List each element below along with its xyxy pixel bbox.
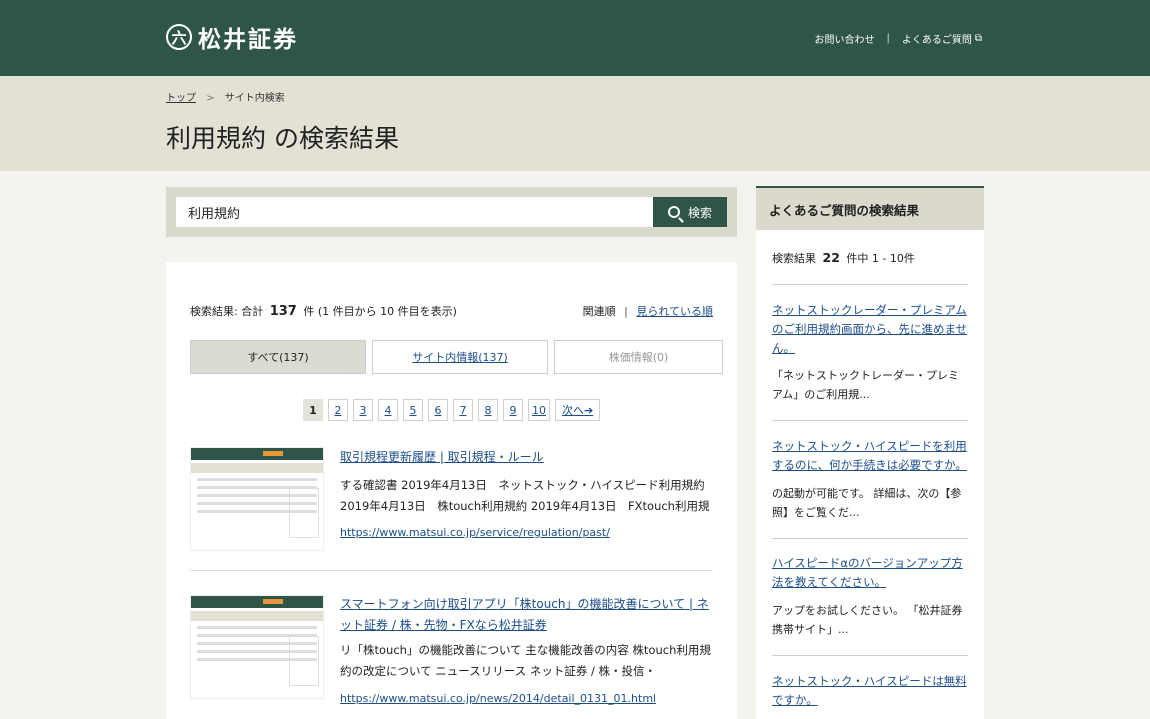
faq-link[interactable]: よくあるご質問 bbox=[902, 31, 972, 46]
pagination: 1 2 3 4 5 6 7 8 9 10 次へ➔ bbox=[303, 399, 605, 421]
sort-options: 関連順 | 見られている順 bbox=[583, 303, 713, 319]
sort-relevance[interactable]: 関連順 bbox=[583, 305, 616, 318]
summary-suffix: 件 (1 件目から 10 件目を表示) bbox=[303, 305, 457, 318]
result-snippet: リ「株touch」の機能改善について 主な機能改善の内容 株touch利用規約の… bbox=[340, 643, 711, 678]
result-thumbnail[interactable] bbox=[190, 595, 324, 699]
count-suffix: 件中 1 - 10件 bbox=[846, 252, 915, 265]
sort-popular-link[interactable]: 見られている順 bbox=[636, 305, 713, 318]
sidebar-divider bbox=[772, 284, 968, 285]
page-8[interactable]: 8 bbox=[478, 399, 498, 421]
page-title: 利用規約 の検索結果 bbox=[166, 124, 399, 153]
faq-item-title[interactable]: ネットストック・ハイスピードを利用するのに、何か手続きは必要ですか。 bbox=[772, 437, 968, 475]
results-total: 137 bbox=[269, 304, 297, 319]
header-links: お問い合わせ | よくあるご質問 ⧉ bbox=[814, 31, 982, 46]
tab-site-info[interactable]: サイト内情報(137) bbox=[372, 340, 548, 374]
faq-item-snippet: 「ネットストックトレーダー・プレミアム」のご利用規... bbox=[772, 369, 959, 401]
result-tabs: すべて(137) サイト内情報(137) 株価情報(0) bbox=[190, 340, 723, 374]
site-logo[interactable]: 六 松井証券 bbox=[166, 20, 298, 54]
breadcrumb-arrow: > bbox=[206, 93, 215, 104]
faq-item-title[interactable]: ネットストック・ハイスピードは無料ですか。 bbox=[772, 672, 968, 710]
faq-item-snippet: アップをお試しください。 「松井証券携帯サイト」... bbox=[772, 604, 963, 636]
result-url-link[interactable]: https://www.matsui.co.jp/news/2014/detai… bbox=[340, 692, 656, 705]
result-title-link[interactable]: 取引規程更新履歴 | 取引規程・ルール bbox=[340, 447, 712, 468]
title-bar: トップ > サイト内検索 利用規約 の検索結果 bbox=[0, 76, 1150, 171]
external-window-icon: ⧉ bbox=[974, 33, 982, 44]
page-10[interactable]: 10 bbox=[528, 399, 550, 421]
logo-mark-icon: 六 bbox=[166, 24, 192, 50]
count-value: 22 bbox=[822, 250, 840, 265]
tab-stock-info: 株価情報(0) bbox=[554, 340, 723, 374]
search-icon bbox=[667, 206, 680, 218]
logo-text: 松井証券 bbox=[198, 26, 298, 53]
page-5[interactable]: 5 bbox=[403, 399, 423, 421]
sidebar-title: よくあるご質問の検索結果 bbox=[756, 188, 984, 230]
page-2[interactable]: 2 bbox=[328, 399, 348, 421]
breadcrumb-top-link[interactable]: トップ bbox=[166, 93, 196, 104]
breadcrumb-current: サイト内検索 bbox=[224, 93, 285, 104]
summary-prefix: 検索結果: 合計 bbox=[190, 305, 264, 318]
header-separator: | bbox=[886, 33, 890, 44]
tab-all[interactable]: すべて(137) bbox=[190, 340, 366, 374]
result-title-link[interactable]: スマートフォン向け取引アプリ「株touch」の機能改善について | ネット証券 … bbox=[340, 594, 712, 636]
page-7[interactable]: 7 bbox=[453, 399, 473, 421]
search-input[interactable] bbox=[176, 197, 654, 227]
page-3[interactable]: 3 bbox=[353, 399, 373, 421]
result-snippet: する確認書 2019年4月13日 ネットストック・ハイスピード利用規約 2019… bbox=[340, 478, 710, 513]
results-panel: 検索結果: 合計 137 件 (1 件目から 10 件目を表示) 関連順 | 見… bbox=[166, 262, 737, 719]
sidebar-divider bbox=[772, 655, 968, 656]
page-4[interactable]: 4 bbox=[378, 399, 398, 421]
site-header: 六 松井証券 お問い合わせ | よくあるご質問 ⧉ bbox=[0, 0, 1150, 76]
result-divider bbox=[190, 570, 713, 571]
sidebar-divider bbox=[772, 420, 968, 421]
faq-sidebar: よくあるご質問の検索結果 検索結果 22 件中 1 - 10件 ネットストックレ… bbox=[756, 186, 984, 719]
search-box: 検索 bbox=[166, 187, 737, 237]
search-button-label: 検索 bbox=[687, 205, 712, 220]
contact-link[interactable]: お問い合わせ bbox=[814, 31, 874, 46]
sidebar-count: 検索結果 22 件中 1 - 10件 bbox=[772, 250, 915, 266]
results-summary: 検索結果: 合計 137 件 (1 件目から 10 件目を表示) bbox=[190, 303, 457, 319]
page-1: 1 bbox=[303, 399, 323, 421]
faq-item-title[interactable]: ネットストックレーダー・プレミアムのご利用規約画面から、先に進めません。 bbox=[772, 301, 968, 358]
sidebar-divider bbox=[772, 538, 968, 539]
page-9[interactable]: 9 bbox=[503, 399, 523, 421]
page-6[interactable]: 6 bbox=[428, 399, 448, 421]
faq-item-snippet: の起動が可能です。 詳細は、次の【参照】をご覧くだ... bbox=[772, 487, 962, 519]
count-prefix: 検索結果 bbox=[772, 252, 816, 265]
breadcrumb: トップ > サイト内検索 bbox=[166, 89, 285, 104]
sort-separator: | bbox=[624, 305, 628, 318]
result-thumbnail[interactable] bbox=[190, 447, 324, 551]
next-page-link[interactable]: 次へ➔ bbox=[555, 399, 601, 421]
faq-item-title[interactable]: ハイスピードαのバージョンアップ方法を教えてください。 bbox=[772, 554, 968, 592]
result-url-link[interactable]: https://www.matsui.co.jp/service/regulat… bbox=[340, 526, 610, 539]
search-button[interactable]: 検索 bbox=[653, 197, 727, 227]
